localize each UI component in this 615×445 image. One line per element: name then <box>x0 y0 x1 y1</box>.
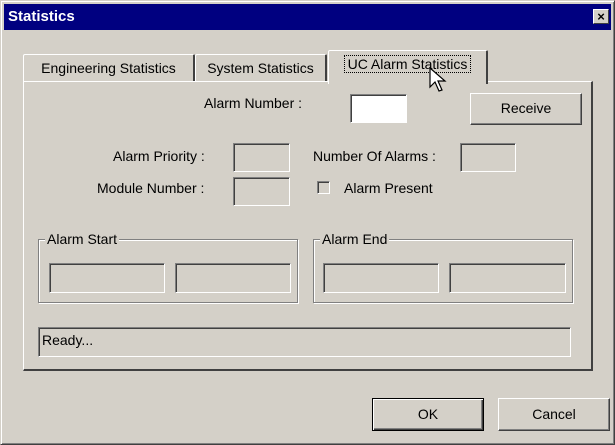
close-icon: × <box>597 9 605 24</box>
alarm-priority-label: Alarm Priority : <box>113 148 205 164</box>
status-bar: Ready... <box>38 327 571 357</box>
alarm-start-title: Alarm Start <box>45 231 120 247</box>
tab-uc-alarm-statistics[interactable]: UC Alarm Statistics <box>328 50 488 84</box>
receive-button[interactable]: Receive <box>470 93 582 125</box>
alarm-present-label: Alarm Present <box>344 180 433 196</box>
module-number-label: Module Number : <box>97 180 205 196</box>
title-bar[interactable]: Statistics × <box>4 4 611 30</box>
number-of-alarms-label: Number Of Alarms : <box>313 148 436 164</box>
alarm-start-time-field <box>175 263 291 293</box>
tab-engineering-statistics[interactable]: Engineering Statistics <box>23 54 195 82</box>
number-of-alarms-field <box>460 143 516 172</box>
alarm-number-input[interactable] <box>350 94 407 123</box>
tab-system-statistics[interactable]: System Statistics <box>195 54 327 82</box>
alarm-end-date-field <box>323 263 439 293</box>
alarm-end-title: Alarm End <box>320 231 390 247</box>
alarm-present-checkbox[interactable] <box>317 181 330 194</box>
alarm-start-date-field <box>49 263 165 293</box>
module-number-field <box>233 177 290 206</box>
status-text: Ready... <box>42 332 94 348</box>
window-title: Statistics <box>8 8 75 25</box>
ok-button[interactable]: OK <box>372 398 484 431</box>
cancel-button[interactable]: Cancel <box>498 398 610 431</box>
close-button[interactable]: × <box>593 9 609 24</box>
alarm-end-time-field <box>449 263 566 293</box>
mouse-cursor-icon <box>429 67 447 92</box>
alarm-priority-field <box>233 143 290 172</box>
alarm-number-label: Alarm Number : <box>204 95 303 111</box>
statistics-dialog: Statistics × Engineering Statistics Syst… <box>0 0 615 445</box>
